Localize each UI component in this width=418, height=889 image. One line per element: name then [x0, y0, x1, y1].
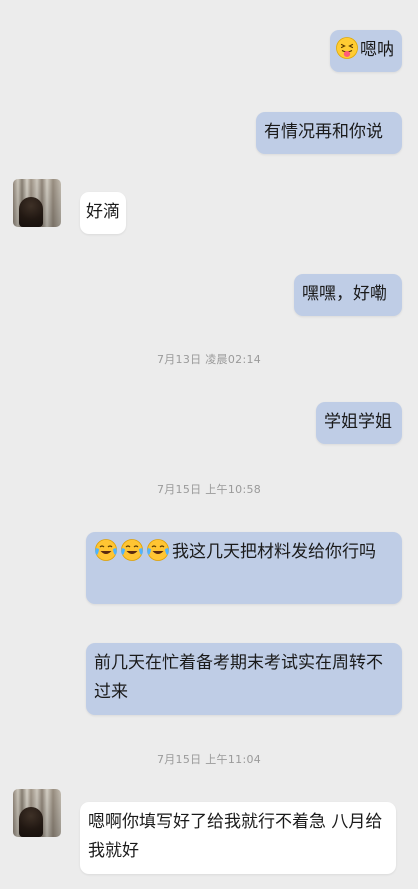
- message-text: 学姐学姐: [324, 412, 392, 432]
- tears-of-joy-icon: [120, 538, 144, 562]
- timestamp: 7月15日 上午11:04: [156, 753, 262, 766]
- message-text: 嗯呐: [360, 40, 394, 60]
- message-bubble-outgoing[interactable]: 我这几天把材料发给你行吗: [86, 532, 402, 604]
- tears-of-joy-icon: [94, 538, 118, 562]
- message-bubble-outgoing[interactable]: 前几天在忙着备考期末考试实在周转不过来: [86, 643, 402, 715]
- message-bubble-outgoing[interactable]: 学姐学姐: [316, 402, 402, 444]
- tongue-face-icon: [336, 37, 358, 59]
- message-text: 前几天在忙着备考期末考试实在周转不过来: [94, 653, 383, 702]
- message-text: 嘿嘿，好嘞: [302, 284, 387, 304]
- message-text: 我这几天把材料发给你行吗: [172, 542, 376, 562]
- message-bubble-outgoing[interactable]: 有情况再和你说: [256, 112, 402, 154]
- message-bubble-incoming[interactable]: 嗯啊你填写好了给我就行不着急 八月给我就好: [80, 802, 396, 874]
- timestamp: 7月15日 上午10:58: [156, 483, 262, 496]
- message-bubble-incoming[interactable]: 好滴: [80, 192, 126, 234]
- chat-view: 嗯呐 有情况再和你说 好滴 嘿嘿，好嘞 7月13日 凌晨02:14 学姐学姐 7…: [0, 0, 418, 889]
- contact-avatar[interactable]: [13, 179, 61, 227]
- message-text: 好滴: [86, 202, 120, 222]
- message-bubble-outgoing[interactable]: 嗯呐: [330, 30, 402, 72]
- tears-of-joy-icon: [146, 538, 170, 562]
- message-text: 有情况再和你说: [264, 122, 383, 142]
- contact-avatar[interactable]: [13, 789, 61, 837]
- message-bubble-outgoing[interactable]: 嘿嘿，好嘞: [294, 274, 402, 316]
- timestamp: 7月13日 凌晨02:14: [156, 353, 262, 366]
- message-text: 嗯啊你填写好了给我就行不着急 八月给我就好: [88, 812, 383, 861]
